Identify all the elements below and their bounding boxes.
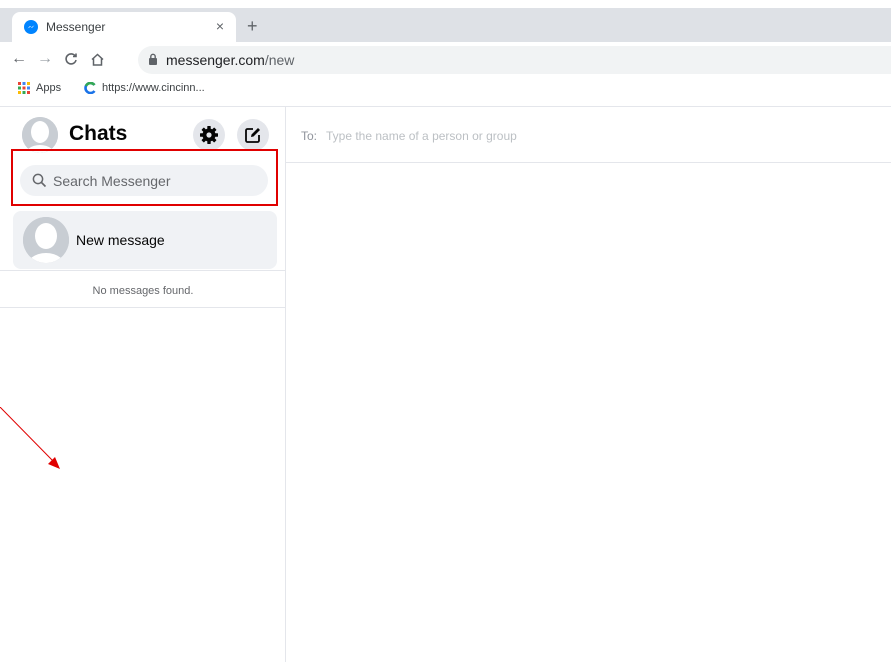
bookmark-apps[interactable]: Apps [18, 82, 61, 94]
browser-toolbar: ← → messenger.com/new [0, 42, 891, 78]
search-box[interactable] [20, 165, 268, 196]
home-button[interactable] [88, 50, 106, 68]
profile-avatar[interactable] [22, 117, 58, 153]
bookmarks-bar: Apps https://www.cincinn... [0, 78, 891, 102]
to-label: To: [301, 129, 318, 143]
compose-icon [245, 128, 260, 143]
empty-state-text: No messages found. [92, 285, 194, 297]
default-avatar-icon [23, 217, 69, 263]
address-bar[interactable]: messenger.com/new [138, 46, 891, 74]
recipient-input[interactable] [326, 126, 726, 146]
c-logo-icon [84, 82, 96, 94]
new-message-item[interactable]: New message [13, 211, 277, 269]
messenger-page: Chats Search Messenger New message No me… [0, 106, 891, 662]
url-host: messenger.com [166, 52, 265, 68]
top-strip [0, 0, 891, 8]
search-icon [32, 173, 47, 188]
bookmark-apps-label: Apps [36, 82, 62, 94]
address-url: messenger.com/new [166, 52, 294, 68]
search-input[interactable] [53, 165, 258, 196]
bookmark-cincinnati[interactable]: https://www.cincinn... [84, 82, 205, 94]
chats-sidebar: Chats Search Messenger New message No me… [0, 107, 286, 662]
home-icon [90, 52, 104, 66]
new-message-avatar [23, 217, 69, 263]
bookmark-cincinnati-label: https://www.cincinn... [102, 82, 205, 94]
reload-icon [65, 53, 77, 65]
apps-grid-icon [18, 82, 30, 94]
settings-button[interactable] [193, 119, 225, 151]
default-avatar-icon [22, 117, 58, 153]
back-button[interactable]: ← [10, 50, 28, 68]
tab-messenger[interactable]: Messenger × [12, 12, 236, 42]
divider [0, 307, 286, 308]
new-message-label: New message [76, 232, 165, 248]
compose-button[interactable] [237, 119, 269, 151]
chats-title: Chats [69, 122, 128, 145]
url-path: /new [264, 52, 295, 68]
messenger-icon [24, 20, 38, 34]
gear-icon [200, 126, 218, 144]
tab-title: Messenger [46, 20, 106, 34]
new-tab-button[interactable]: + [247, 17, 258, 35]
lock-icon [149, 53, 157, 65]
forward-button[interactable]: → [36, 50, 54, 68]
reload-button[interactable] [62, 50, 80, 68]
divider [0, 270, 286, 271]
recipient-bar: To: [286, 107, 891, 163]
tab-close-button[interactable]: × [216, 18, 224, 34]
tab-strip: Messenger × + [0, 8, 891, 42]
